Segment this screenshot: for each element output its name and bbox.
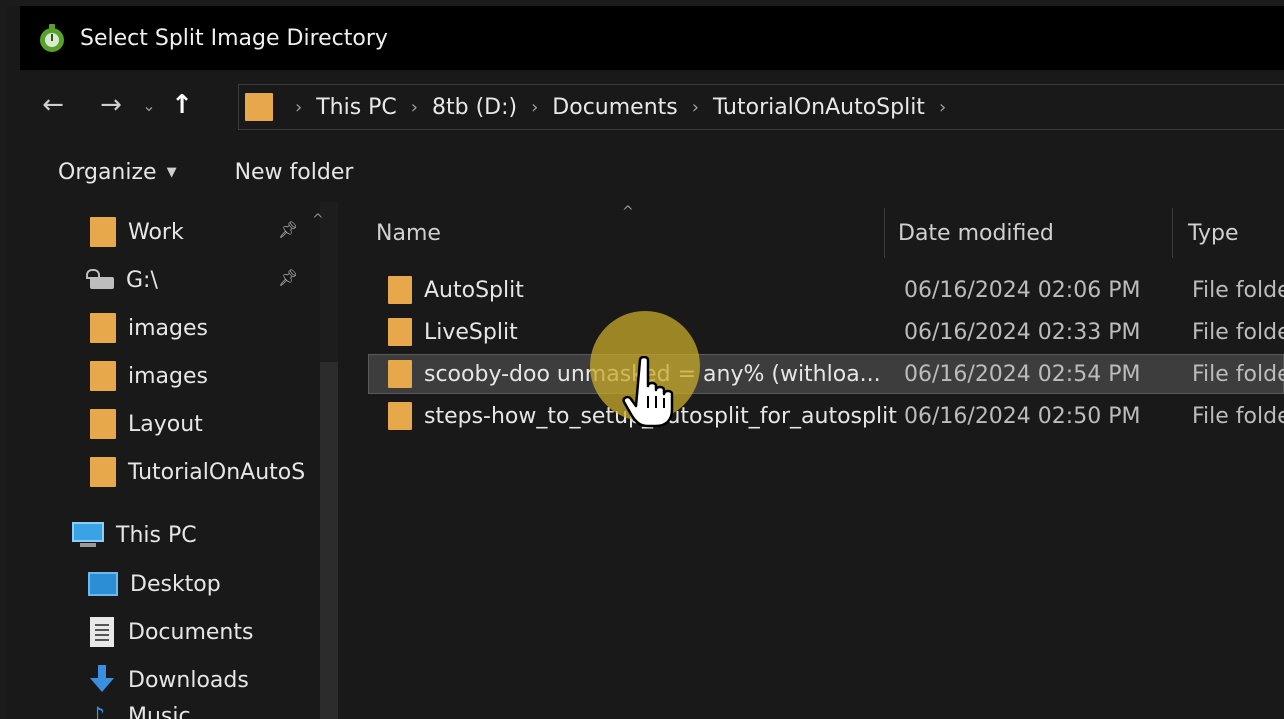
file-date: 06/16/2024 02:06 PM bbox=[904, 277, 1141, 303]
sidebar-item-label: Downloads bbox=[128, 667, 249, 693]
column-divider[interactable] bbox=[1172, 208, 1173, 258]
documents-icon bbox=[90, 617, 114, 647]
chevron-right-icon[interactable]: › bbox=[692, 97, 699, 118]
hand-pointer-icon bbox=[622, 356, 674, 428]
address-bar[interactable]: › This PC › 8tb (D:) › Documents › Tutor… bbox=[238, 84, 1284, 130]
arrow-up-icon[interactable]: ↑ bbox=[164, 90, 200, 120]
file-type: File folde bbox=[1192, 277, 1284, 303]
sort-ascending-icon: ^ bbox=[622, 204, 634, 220]
sidebar-item-label: Layout bbox=[128, 411, 203, 437]
column-header-date[interactable]: Date modified bbox=[898, 208, 1054, 258]
sidebar-item-desktop[interactable]: Desktop bbox=[88, 564, 221, 604]
chevron-up-icon[interactable]: ^ bbox=[312, 212, 324, 228]
file-date: 06/16/2024 02:50 PM bbox=[904, 403, 1141, 429]
sidebar-item-label: images bbox=[128, 363, 208, 389]
arrow-right-icon[interactable]: → bbox=[88, 90, 134, 120]
file-row[interactable]: AutoSplit 06/16/2024 02:06 PM File folde bbox=[368, 270, 1284, 310]
file-list: ^ Name Date modified Type AutoSplit 06/1… bbox=[338, 202, 1284, 719]
music-icon: ♪ bbox=[90, 702, 106, 719]
folder-icon bbox=[388, 360, 412, 388]
column-header-type[interactable]: Type bbox=[1188, 208, 1239, 258]
sidebar-item-this-pc[interactable]: This PC bbox=[72, 515, 197, 555]
sidebar-item-label: Desktop bbox=[130, 571, 221, 597]
network-drive-icon bbox=[86, 267, 118, 293]
breadcrumb-documents[interactable]: Documents bbox=[552, 95, 677, 120]
folder-icon bbox=[90, 457, 116, 487]
folder-icon bbox=[388, 318, 412, 346]
chevron-right-icon[interactable]: › bbox=[411, 97, 418, 118]
sidebar-item-work[interactable]: Work bbox=[90, 212, 184, 252]
folder-icon bbox=[388, 276, 412, 304]
breadcrumb-tutorial[interactable]: TutorialOnAutoSplit bbox=[713, 95, 925, 120]
command-toolbar: Organize ▼ New folder bbox=[20, 146, 1284, 198]
sidebar-item-label: This PC bbox=[116, 522, 197, 548]
breadcrumb-drive[interactable]: 8tb (D:) bbox=[432, 95, 517, 120]
file-type: File folde bbox=[1192, 319, 1284, 345]
downloads-icon bbox=[88, 665, 116, 695]
navigation-bar: ← → ⌄ ↑ › This PC › 8tb (D:) › Documents… bbox=[20, 76, 1284, 134]
caret-down-icon: ▼ bbox=[166, 164, 177, 180]
pin-icon[interactable]: 📌︎ bbox=[278, 220, 298, 239]
sidebar-item-images[interactable]: images bbox=[90, 308, 208, 348]
scrollbar-thumb[interactable] bbox=[320, 362, 338, 719]
file-row-selected[interactable]: scooby-doo unmasked = any% (withloa... 0… bbox=[368, 354, 1284, 394]
sidebar-item-documents[interactable]: Documents bbox=[90, 612, 253, 652]
folder-icon bbox=[90, 409, 116, 439]
folder-icon bbox=[90, 361, 116, 391]
sidebar-item-images-2[interactable]: images bbox=[90, 356, 208, 396]
file-date: 06/16/2024 02:33 PM bbox=[904, 319, 1141, 345]
sidebar-item-label: TutorialOnAutoS bbox=[128, 459, 306, 485]
arrow-left-icon[interactable]: ← bbox=[30, 90, 76, 120]
organize-label: Organize bbox=[58, 159, 157, 185]
folder-icon bbox=[90, 313, 116, 343]
file-name: AutoSplit bbox=[424, 277, 524, 303]
sidebar-item-label: Documents bbox=[128, 619, 254, 645]
column-header-name[interactable]: Name bbox=[376, 208, 441, 258]
chevron-right-icon[interactable]: › bbox=[939, 97, 946, 118]
breadcrumb-this-pc[interactable]: This PC bbox=[316, 95, 397, 120]
pin-icon[interactable]: 📌︎ bbox=[278, 268, 298, 287]
navigation-pane: ^ Work 📌︎ G:\ 📌︎ images images Layout Tu… bbox=[20, 202, 338, 719]
file-row[interactable]: steps-how_to_setup_autosplit_for_autospl… bbox=[368, 396, 1284, 436]
folder-icon bbox=[388, 402, 412, 430]
file-type: File folde bbox=[1192, 403, 1284, 429]
sidebar-item-music[interactable]: ♪ Music bbox=[90, 702, 191, 719]
sidebar-item-label: Music bbox=[128, 704, 191, 719]
new-folder-button[interactable]: New folder bbox=[235, 160, 354, 185]
folder-icon bbox=[245, 93, 273, 121]
file-type: File folde bbox=[1192, 361, 1284, 387]
sidebar-item-tutorial[interactable]: TutorialOnAutoS bbox=[90, 452, 314, 492]
stopwatch-icon bbox=[38, 24, 66, 52]
desktop-icon bbox=[88, 572, 118, 596]
chevron-right-icon[interactable]: › bbox=[531, 97, 538, 118]
sidebar-item-label: Work bbox=[128, 219, 184, 245]
sidebar-item-label: images bbox=[128, 315, 208, 341]
computer-icon bbox=[72, 522, 104, 548]
chevron-down-icon[interactable]: ⌄ bbox=[134, 96, 164, 115]
title-bar: Select Split Image Directory bbox=[20, 6, 1284, 70]
sidebar-item-layout[interactable]: Layout bbox=[90, 404, 203, 444]
window-title: Select Split Image Directory bbox=[80, 25, 388, 51]
column-divider[interactable] bbox=[884, 208, 885, 258]
organize-button[interactable]: Organize ▼ bbox=[58, 160, 177, 185]
sidebar-item-label: G:\ bbox=[126, 267, 158, 293]
file-date: 06/16/2024 02:54 PM bbox=[904, 361, 1141, 387]
chevron-right-icon[interactable]: › bbox=[295, 97, 302, 118]
file-row[interactable]: LiveSplit 06/16/2024 02:33 PM File folde bbox=[368, 312, 1284, 352]
sidebar-item-downloads[interactable]: Downloads bbox=[88, 660, 249, 700]
folder-icon bbox=[90, 217, 116, 247]
sidebar-item-g-drive[interactable]: G:\ bbox=[86, 260, 158, 300]
file-name: LiveSplit bbox=[424, 319, 518, 345]
